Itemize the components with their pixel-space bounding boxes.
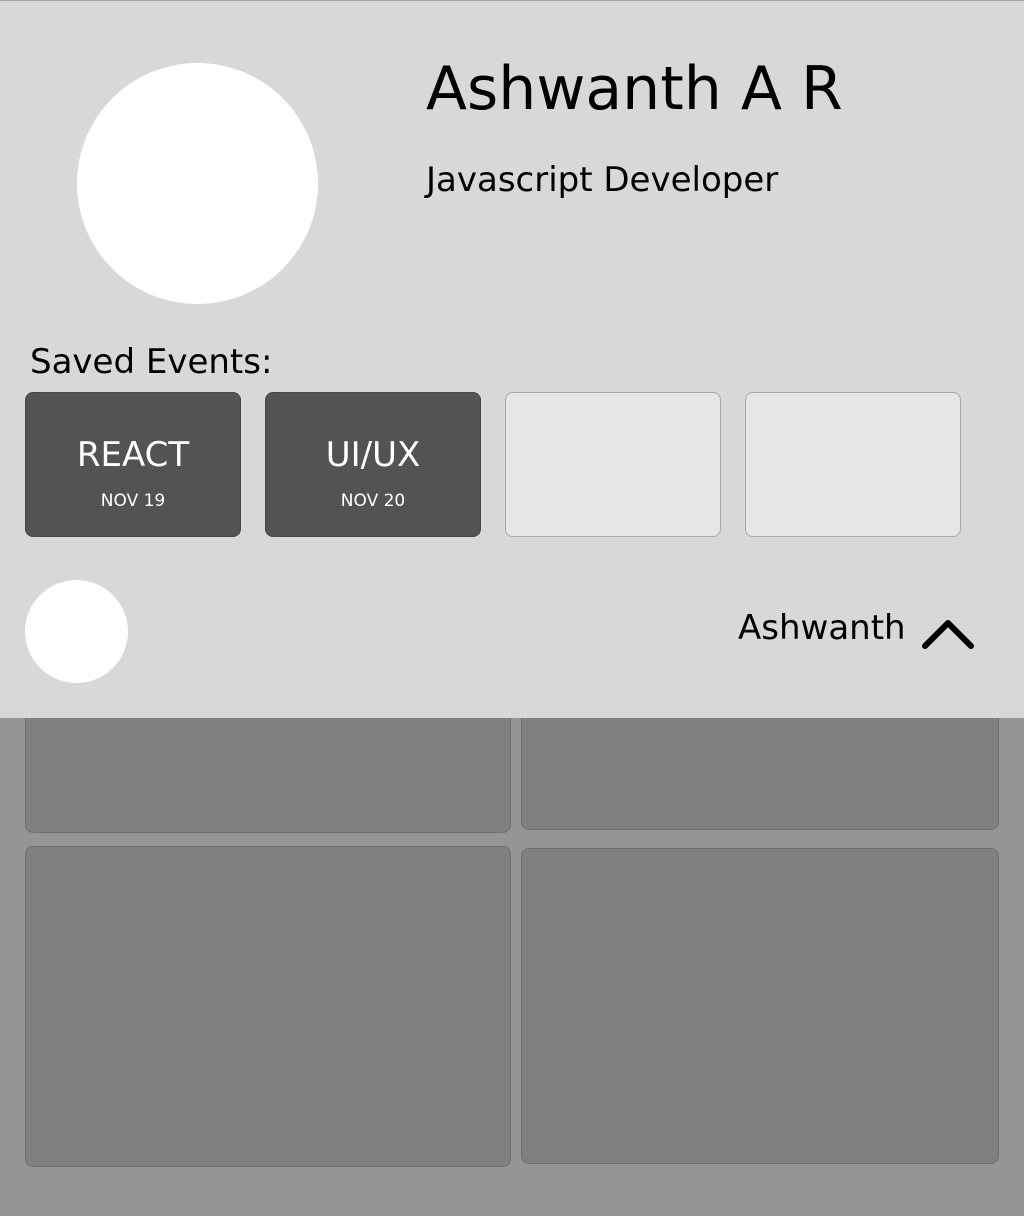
event-title: UI/UX — [325, 435, 421, 475]
user-avatar[interactable] — [25, 580, 128, 683]
saved-event-card-uiux[interactable]: UI/UX NOV 20 — [265, 392, 481, 537]
saved-event-card-react[interactable]: REACT NOV 19 — [25, 392, 241, 537]
profile-avatar[interactable] — [77, 63, 318, 304]
profile-role: Javascript Developer — [426, 160, 779, 200]
profile-name: Ashwanth A R — [426, 54, 843, 124]
profile-panel: Ashwanth A R Javascript Developer Saved … — [0, 0, 1024, 718]
event-title: REACT — [76, 435, 190, 475]
username-label: Ashwanth — [738, 608, 906, 648]
saved-event-card-empty[interactable] — [745, 392, 961, 537]
event-date: NOV 20 — [340, 491, 406, 511]
saved-events-label: Saved Events: — [30, 342, 273, 382]
chevron-up-icon[interactable] — [920, 613, 976, 653]
event-date: NOV 19 — [100, 491, 166, 511]
background-card[interactable] — [521, 848, 999, 1164]
background-card[interactable] — [25, 846, 511, 1167]
user-menu-toggle[interactable]: Ashwanth — [730, 601, 990, 661]
saved-event-card-empty[interactable] — [505, 392, 721, 537]
